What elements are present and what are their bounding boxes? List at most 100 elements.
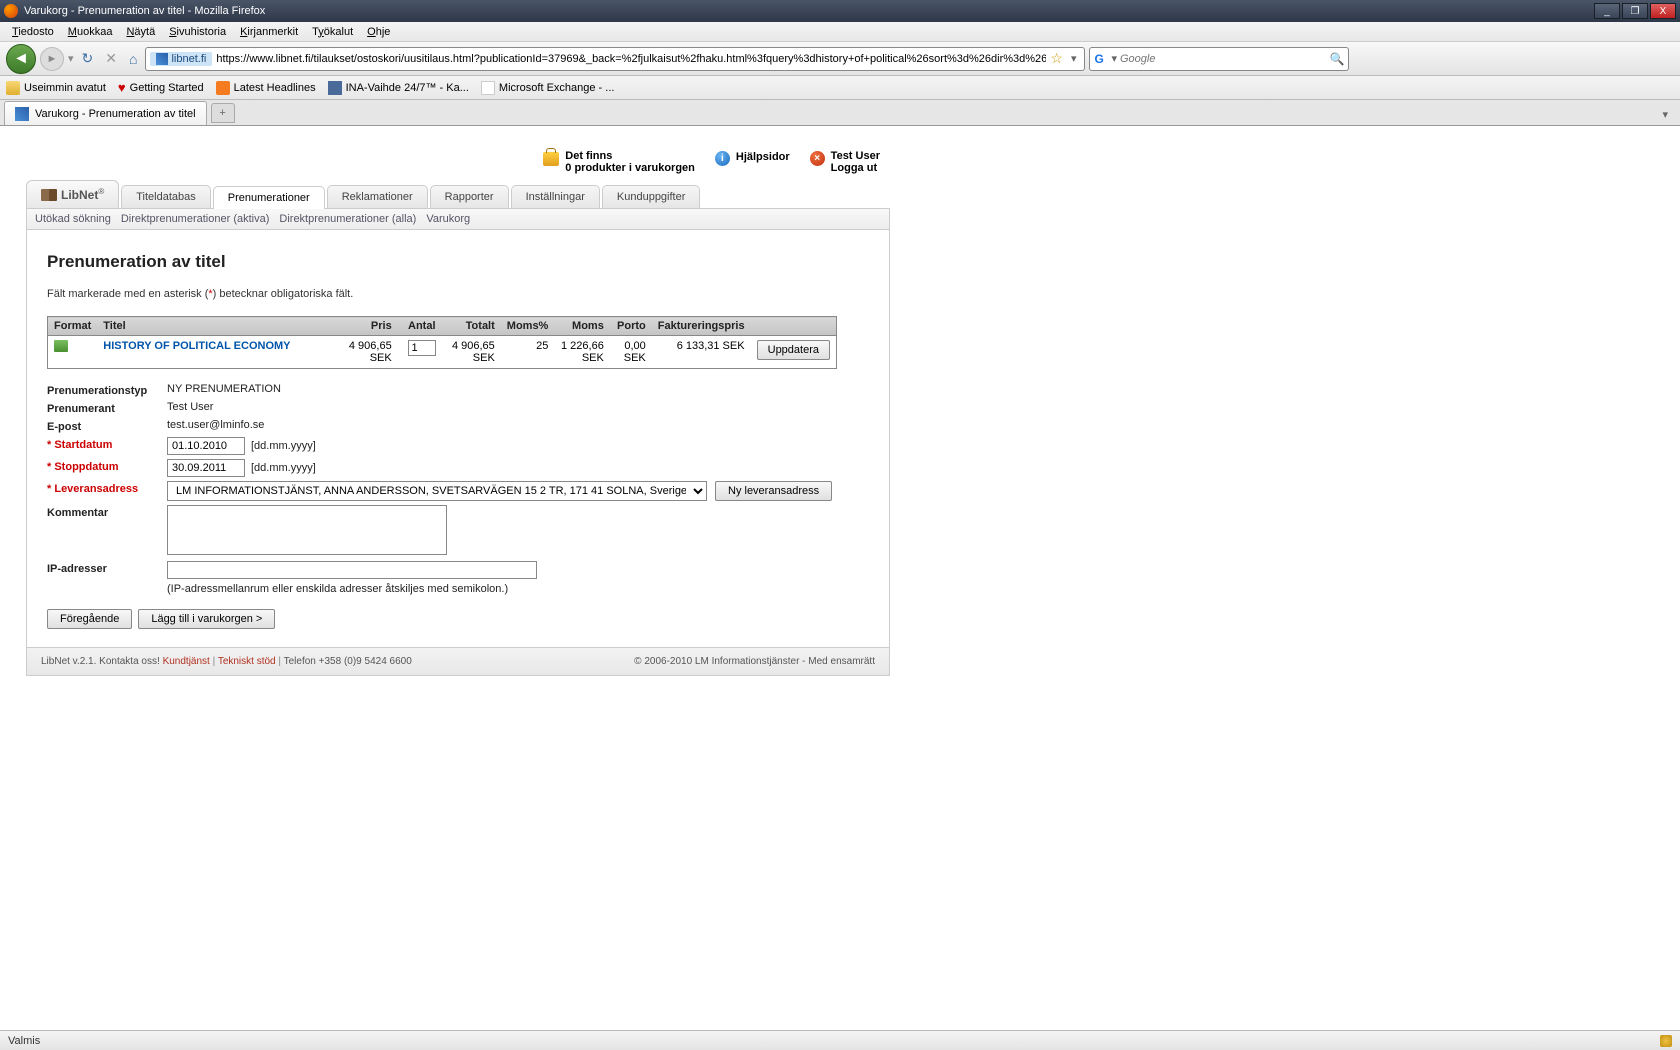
page-title: Prenumeration av titel [47,252,869,272]
th-fakt: Faktureringspris [652,317,751,336]
rss-icon [216,81,230,95]
th-format: Format [48,317,98,336]
value-sub: Test User [167,401,213,413]
tab-titeldatabas[interactable]: Titeldatabas [121,185,211,208]
subnav-varukorg[interactable]: Varukorg [426,213,470,225]
menu-file[interactable]: Tiedosto [6,24,60,40]
url-bar[interactable]: libnet.fi ☆ ▾ [145,47,1085,71]
menu-help[interactable]: Ohje [361,24,396,40]
tab-reklamationer[interactable]: Reklamationer [327,185,428,208]
stop-button[interactable]: ✕ [101,50,121,67]
sub-nav: Utökad sökning Direktprenumerationer (ak… [26,208,890,230]
status-text: Valmis [8,1035,40,1047]
menu-view[interactable]: Näytä [120,24,161,40]
url-input[interactable] [216,53,1046,65]
page-footer: LibNet v.2.1. Kontakta oss! Kundtjänst |… [26,648,890,676]
th-pris: Pris [338,317,397,336]
url-dropdown-icon[interactable]: ▾ [1067,52,1081,65]
logout-link[interactable]: Logga ut [831,162,880,174]
user-block: × Test User Logga ut [810,150,880,174]
stoppdatum-input[interactable] [167,459,245,477]
brand-tab[interactable]: LibNet® [26,180,119,208]
search-box[interactable]: ▾ 🔍 [1089,47,1349,71]
title-link[interactable]: HISTORY OF POLITICAL ECONOMY [103,340,290,352]
cart-line2: 0 produkter i varukorgen [565,162,695,174]
add-to-cart-button[interactable]: Lägg till i varukorgen > [138,609,275,629]
menu-history[interactable]: Sivuhistoria [163,24,232,40]
help-link[interactable]: i Hjälpsidor [715,150,790,174]
window-titlebar: Varukorg - Prenumeration av titel - Mozi… [0,0,1680,22]
search-engine-dropdown[interactable]: ▾ [1108,52,1120,65]
book-icon [41,189,57,201]
cell-fakt: 6 133,31 SEK [652,336,751,369]
browser-tabstrip: Varukorg - Prenumeration av titel + ▾ [0,100,1680,126]
label-ip: IP-adresser [47,561,167,575]
stop-hint: [dd.mm.yyyy] [251,462,316,474]
subnav-direkt-alla[interactable]: Direktprenumerationer (alla) [279,213,416,225]
site-identity-badge[interactable]: libnet.fi [150,52,212,66]
label-startdatum: Startdatum [47,437,167,451]
previous-button[interactable]: Föregående [47,609,132,629]
startdatum-input[interactable] [167,437,245,455]
menu-tools[interactable]: Työkalut [306,24,359,40]
label-email: E-post [47,419,167,433]
minimize-button[interactable]: _ [1594,3,1620,19]
menubar: Tiedosto Muokkaa Näytä Sivuhistoria Kirj… [0,22,1680,42]
menu-edit[interactable]: Muokkaa [62,24,119,40]
kundtjanst-link[interactable]: Kundtjänst [163,656,210,667]
user-name: Test User [831,150,880,162]
tab-list-button[interactable]: ▾ [1654,104,1676,125]
new-tab-button[interactable]: + [211,103,235,123]
table-header-row: Format Titel Pris Antal Totalt Moms% Mom… [48,317,837,336]
favicon [15,107,29,121]
th-antal: Antal [398,317,442,336]
tab-prenumerationer[interactable]: Prenumerationer [213,186,325,209]
bookmark-ina[interactable]: INA-Vaihde 24/7™ - Ka... [328,81,469,95]
tekniskt-stod-link[interactable]: Tekniskt stöd [218,656,276,667]
tab-rapporter[interactable]: Rapporter [430,185,509,208]
subnav-utokad[interactable]: Utökad sökning [35,213,111,225]
ny-leveransadress-button[interactable]: Ny leveransadress [715,481,832,501]
value-email: test.user@lminfo.se [167,419,264,431]
cell-moms: 1 226,66 SEK [554,336,609,369]
kommentar-textarea[interactable] [167,505,447,555]
tab-installningar[interactable]: Inställningar [511,185,600,208]
bookmark-ms-exchange[interactable]: Microsoft Exchange - ... [481,81,615,95]
bookmark-star-icon[interactable]: ☆ [1046,50,1067,67]
cart-line1: Det finns [565,150,695,162]
forward-button[interactable]: ► [40,47,64,71]
label-typ: Prenumerationstyp [47,383,167,397]
history-dropdown[interactable]: ▾ [68,52,74,65]
home-button[interactable]: ⌂ [125,51,141,67]
help-icon: i [715,151,730,166]
back-button[interactable]: ◄ [6,44,36,74]
update-button[interactable]: Uppdatera [757,340,830,360]
logout-icon: × [810,151,825,166]
ina-icon [328,81,342,95]
th-momsp: Moms% [501,317,555,336]
close-button[interactable]: X [1650,3,1676,19]
menu-bookmarks[interactable]: Kirjanmerkit [234,24,304,40]
th-moms: Moms [554,317,609,336]
search-input[interactable] [1120,53,1330,65]
main-tabs: LibNet® Titeldatabas Prenumerationer Rek… [26,180,890,208]
bookmark-most-visited[interactable]: Useimmin avatut [6,81,106,95]
cart-summary[interactable]: Det finns 0 produkter i varukorgen [543,150,695,174]
bookmarks-toolbar: Useimmin avatut Getting Started Latest H… [0,76,1680,100]
quantity-input[interactable] [408,340,436,356]
start-hint: [dd.mm.yyyy] [251,440,316,452]
bookmark-latest-headlines[interactable]: Latest Headlines [216,81,316,95]
bookmark-getting-started[interactable]: Getting Started [118,80,204,95]
reload-button[interactable]: ↻ [78,50,98,67]
value-typ: NY PRENUMERATION [167,383,281,395]
leveransadress-select[interactable]: LM INFORMATIONSTJÄNST, ANNA ANDERSSON, S… [167,481,707,501]
maximize-button[interactable]: ❐ [1622,3,1648,19]
ip-input[interactable] [167,561,537,579]
tab-kunduppgifter[interactable]: Kunduppgifter [602,185,701,208]
footer-copyright: © 2006-2010 LM Informationstjänster - Me… [634,656,875,667]
browser-tab-active[interactable]: Varukorg - Prenumeration av titel [4,101,207,125]
window-title: Varukorg - Prenumeration av titel - Mozi… [24,5,1594,17]
subnav-direkt-aktiva[interactable]: Direktprenumerationer (aktiva) [121,213,270,225]
order-table: Format Titel Pris Antal Totalt Moms% Mom… [47,316,837,369]
search-icon[interactable]: 🔍 [1330,52,1345,66]
